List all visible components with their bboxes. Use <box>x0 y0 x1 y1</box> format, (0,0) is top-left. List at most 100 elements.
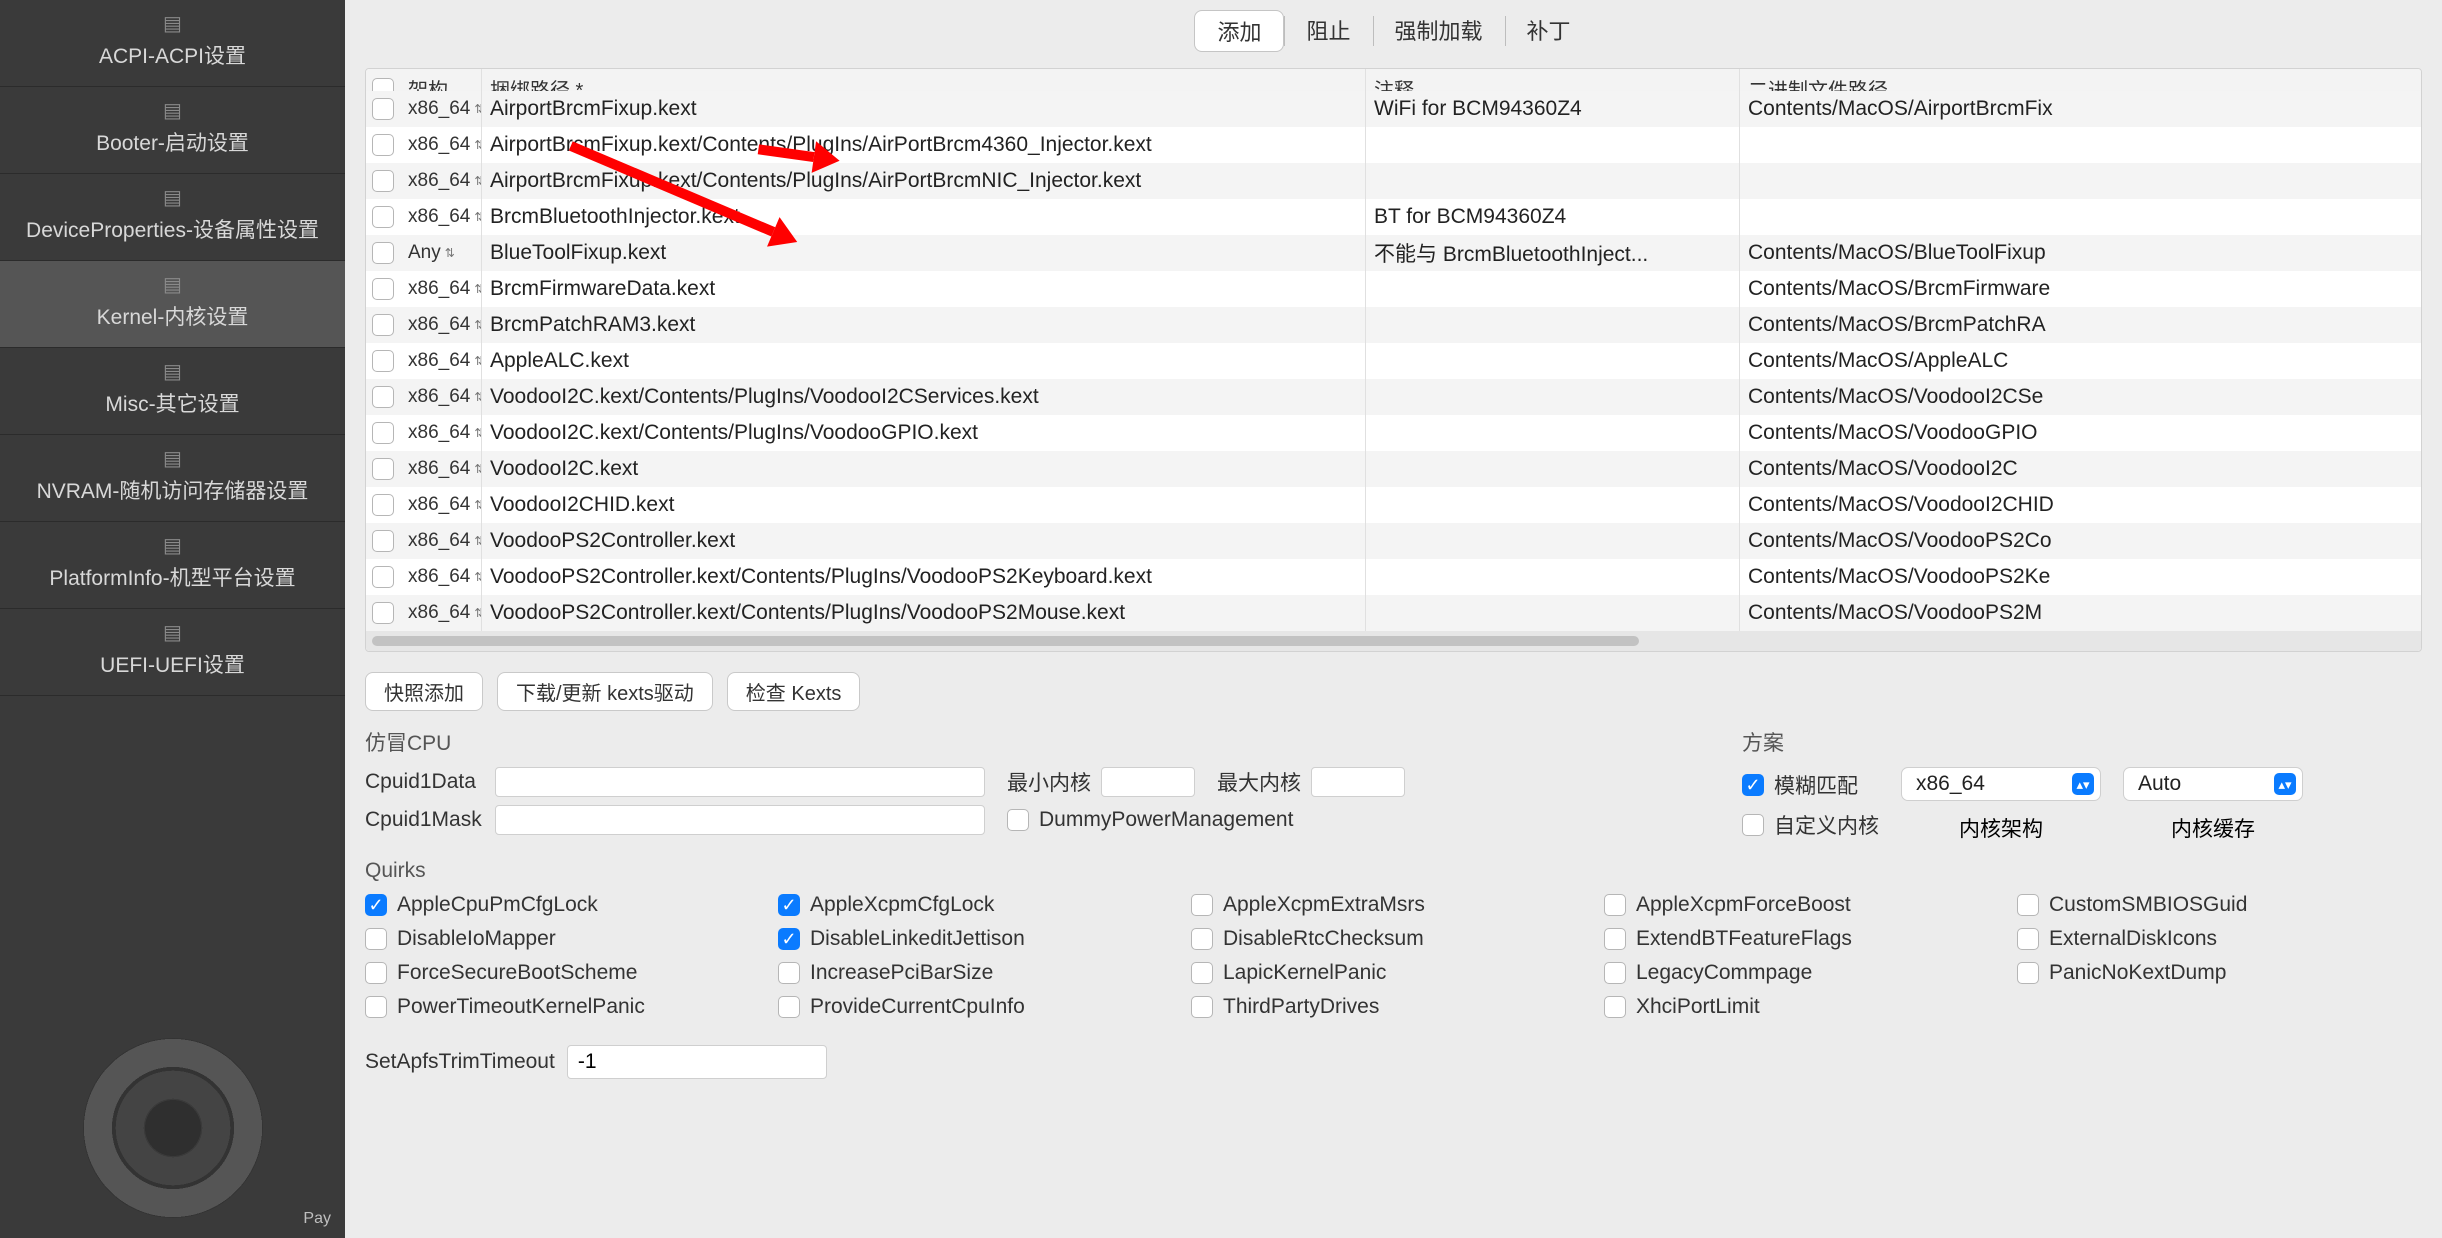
exec-path-cell[interactable]: Contents/MacOS/VoodooGPIO <box>1740 415 2421 451</box>
row-checkbox[interactable] <box>372 566 394 588</box>
download-kexts-button[interactable]: 下载/更新 kexts驱动 <box>497 672 713 711</box>
exec-path-cell[interactable] <box>1740 199 2421 235</box>
exec-path-cell[interactable]: Contents/MacOS/VoodooPS2M <box>1740 595 2421 631</box>
quirk-checkbox[interactable] <box>365 928 387 950</box>
bundle-path-cell[interactable]: AirportBrcmFixup.kext/Contents/PlugIns/A… <box>482 163 1366 199</box>
quirk-checkbox[interactable] <box>2017 928 2039 950</box>
bundle-path-cell[interactable]: VoodooI2C.kext <box>482 451 1366 487</box>
dummy-power-checkbox[interactable] <box>1007 809 1029 831</box>
quirk-checkbox[interactable] <box>1191 928 1213 950</box>
bundle-path-cell[interactable]: BlueToolFixup.kext <box>482 235 1366 271</box>
table-row[interactable]: x86_64⇅ VoodooI2CHID.kext Contents/MacOS… <box>366 487 2421 523</box>
sidebar-item[interactable]: ▤DeviceProperties-设备属性设置 <box>0 174 345 261</box>
maxkernel-input[interactable] <box>1311 767 1405 797</box>
fuzzy-match-checkbox[interactable] <box>1742 774 1764 796</box>
row-checkbox[interactable] <box>372 422 394 444</box>
table-row[interactable]: x86_64⇅ BrcmFirmwareData.kext Contents/M… <box>366 271 2421 307</box>
bundle-path-cell[interactable]: VoodooI2CHID.kext <box>482 487 1366 523</box>
tab[interactable]: 添加 <box>1194 10 1284 52</box>
table-row[interactable]: x86_64⇅ AirportBrcmFixup.kext/Contents/P… <box>366 127 2421 163</box>
arch-select[interactable]: x86_64⇅ <box>408 422 482 444</box>
snapshot-add-button[interactable]: 快照添加 <box>365 672 483 711</box>
row-checkbox[interactable] <box>372 602 394 624</box>
note-cell[interactable] <box>1366 163 1740 199</box>
bundle-path-cell[interactable]: BrcmBluetoothInjector.kext <box>482 199 1366 235</box>
table-row[interactable]: Any⇅ BlueToolFixup.kext 不能与 BrcmBluetoot… <box>366 235 2421 271</box>
bundle-path-cell[interactable]: VoodooPS2Controller.kext/Contents/PlugIn… <box>482 559 1366 595</box>
bundle-path-cell[interactable]: AppleALC.kext <box>482 343 1366 379</box>
horizontal-scrollbar[interactable] <box>366 631 2421 651</box>
note-cell[interactable] <box>1366 127 1740 163</box>
row-checkbox[interactable] <box>372 170 394 192</box>
table-row[interactable]: x86_64⇅ VoodooI2C.kext/Contents/PlugIns/… <box>366 379 2421 415</box>
bundle-path-cell[interactable]: BrcmPatchRAM3.kext <box>482 307 1366 343</box>
arch-select[interactable]: x86_64⇅ <box>408 278 482 300</box>
sidebar-item[interactable]: ▤ACPI-ACPI设置 <box>0 0 345 87</box>
minkernel-input[interactable] <box>1101 767 1195 797</box>
scrollbar-thumb[interactable] <box>372 636 1639 646</box>
arch-select[interactable]: x86_64⇅ <box>408 170 482 192</box>
quirk-checkbox[interactable] <box>1604 928 1626 950</box>
sidebar-item[interactable]: ▤PlatformInfo-机型平台设置 <box>0 522 345 609</box>
arch-select[interactable]: x86_64⇅ <box>408 386 482 408</box>
row-checkbox[interactable] <box>372 314 394 336</box>
table-row[interactable]: x86_64⇅ BrcmPatchRAM3.kext Contents/MacO… <box>366 307 2421 343</box>
tab[interactable]: 补丁 <box>1505 10 1593 52</box>
quirk-checkbox[interactable] <box>1191 962 1213 984</box>
quirk-checkbox[interactable] <box>1191 894 1213 916</box>
bundle-path-cell[interactable]: VoodooPS2Controller.kext/Contents/PlugIn… <box>482 595 1366 631</box>
note-cell[interactable] <box>1366 523 1740 559</box>
check-kexts-button[interactable]: 检查 Kexts <box>727 672 861 711</box>
bundle-path-cell[interactable]: VoodooI2C.kext/Contents/PlugIns/VoodooI2… <box>482 379 1366 415</box>
exec-path-cell[interactable] <box>1740 163 2421 199</box>
arch-select[interactable]: Any⇅ <box>408 242 455 264</box>
arch-select[interactable]: x86_64⇅ <box>408 206 482 228</box>
custom-kernel-checkbox[interactable] <box>1742 814 1764 836</box>
quirk-checkbox[interactable] <box>2017 962 2039 984</box>
row-checkbox[interactable] <box>372 134 394 156</box>
table-row[interactable]: x86_64⇅ AirportBrcmFixup.kext/Contents/P… <box>366 163 2421 199</box>
row-checkbox[interactable] <box>372 242 394 264</box>
quirk-checkbox[interactable] <box>365 962 387 984</box>
quirk-checkbox[interactable] <box>365 996 387 1018</box>
exec-path-cell[interactable]: Contents/MacOS/AirportBrcmFix <box>1740 91 2421 127</box>
row-checkbox[interactable] <box>372 530 394 552</box>
kernel-arch-select[interactable]: x86_64 ▴▾ <box>1901 767 2101 801</box>
arch-select[interactable]: x86_64⇅ <box>408 458 482 480</box>
bundle-path-cell[interactable]: AirportBrcmFixup.kext <box>482 91 1366 127</box>
table-row[interactable]: x86_64⇅ AppleALC.kext Contents/MacOS/App… <box>366 343 2421 379</box>
row-checkbox[interactable] <box>372 98 394 120</box>
quirk-checkbox[interactable] <box>1604 894 1626 916</box>
sidebar-item[interactable]: ▤Misc-其它设置 <box>0 348 345 435</box>
sidebar-item[interactable]: ▤Booter-启动设置 <box>0 87 345 174</box>
row-checkbox[interactable] <box>372 386 394 408</box>
row-checkbox[interactable] <box>372 458 394 480</box>
note-cell[interactable]: 不能与 BrcmBluetoothInject... <box>1366 235 1740 271</box>
arch-select[interactable]: x86_64⇅ <box>408 566 482 588</box>
arch-select[interactable]: x86_64⇅ <box>408 602 482 624</box>
arch-select[interactable]: x86_64⇅ <box>408 350 482 372</box>
note-cell[interactable] <box>1366 379 1740 415</box>
note-cell[interactable]: BT for BCM94360Z4 <box>1366 199 1740 235</box>
row-checkbox[interactable] <box>372 206 394 228</box>
quirk-checkbox[interactable] <box>1191 996 1213 1018</box>
bundle-path-cell[interactable]: VoodooI2C.kext/Contents/PlugIns/VoodooGP… <box>482 415 1366 451</box>
tab[interactable]: 阻止 <box>1284 10 1372 52</box>
table-row[interactable]: x86_64⇅ VoodooI2C.kext Contents/MacOS/Vo… <box>366 451 2421 487</box>
sidebar-item[interactable]: ▤Kernel-内核设置 <box>0 261 345 348</box>
note-cell[interactable] <box>1366 307 1740 343</box>
exec-path-cell[interactable]: Contents/MacOS/BrcmFirmware <box>1740 271 2421 307</box>
exec-path-cell[interactable]: Contents/MacOS/VoodooI2C <box>1740 451 2421 487</box>
exec-path-cell[interactable]: Contents/MacOS/BrcmPatchRA <box>1740 307 2421 343</box>
arch-select[interactable]: x86_64⇅ <box>408 530 482 552</box>
exec-path-cell[interactable] <box>1740 127 2421 163</box>
note-cell[interactable] <box>1366 415 1740 451</box>
exec-path-cell[interactable]: Contents/MacOS/AppleALC <box>1740 343 2421 379</box>
exec-path-cell[interactable]: Contents/MacOS/VoodooI2CHID <box>1740 487 2421 523</box>
note-cell[interactable]: WiFi for BCM94360Z4 <box>1366 91 1740 127</box>
table-row[interactable]: x86_64⇅ VoodooPS2Controller.kext Content… <box>366 523 2421 559</box>
exec-path-cell[interactable]: Contents/MacOS/BlueToolFixup <box>1740 235 2421 271</box>
table-row[interactable]: x86_64⇅ VoodooI2C.kext/Contents/PlugIns/… <box>366 415 2421 451</box>
table-row[interactable]: x86_64⇅ AirportBrcmFixup.kext WiFi for B… <box>366 91 2421 127</box>
row-checkbox[interactable] <box>372 494 394 516</box>
